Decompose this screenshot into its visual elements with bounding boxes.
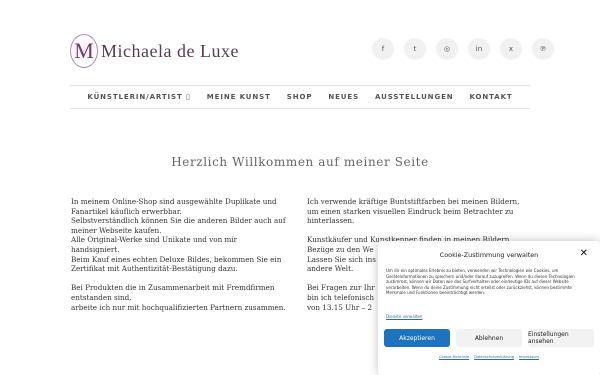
site-logo[interactable]: M Michaela de Luxe (70, 34, 239, 68)
paragraph-welt: andere Welt. (307, 264, 354, 274)
paragraph-buy: Selbstverständlich können Sie die andere… (71, 216, 286, 235)
view-settings-button[interactable]: Einstellungen ansehen (528, 329, 594, 347)
nav-bottom-divider (70, 108, 530, 109)
text-column-left: In meinem Online-Shop sind ausgewählte D… (71, 197, 286, 322)
facebook-icon[interactable]: f (372, 38, 394, 60)
xing-icon[interactable]: x (500, 38, 522, 60)
cookie-buttons: Akzeptieren Ablehnen Einstellungen anseh… (384, 329, 594, 347)
nav-item-kontakt[interactable]: KONTAKT (470, 93, 513, 101)
paragraph-zeiten: von 13.15 Uhr – 2 (307, 302, 373, 312)
cookie-consent-dialog: Cookie-Zustimmung verwalten ✕ Um dir ein… (378, 241, 600, 375)
page-headline: Herzlich Willkommen auf meiner Seite (171, 155, 429, 169)
logo-text: Michaela de Luxe (101, 40, 239, 61)
instagram-icon[interactable]: ◎ (436, 38, 458, 60)
paragraph-fragen: Bei Fragen zur Ihr (307, 283, 375, 293)
close-icon[interactable]: ✕ (580, 248, 588, 259)
nav-item-neues[interactable]: NEUES (328, 93, 359, 101)
social-icons: f t ◎ in x ℗ (372, 38, 554, 60)
nav-item-ausstellungen[interactable]: AUSSTELLUNGEN (375, 93, 454, 101)
logo-monogram: M (70, 34, 98, 68)
paragraph-colors: Ich verwende kräftige Buntstiftfarben be… (307, 197, 520, 226)
accept-button[interactable]: Akzeptieren (384, 329, 450, 347)
cookie-title: Cookie-Zustimmung verwalten (439, 251, 539, 259)
linkedin-icon[interactable]: in (468, 38, 490, 60)
cookie-policy-link[interactable]: Cookie-Richtlinie (439, 355, 469, 359)
manage-services-link[interactable]: Dienste verwalten (386, 314, 422, 319)
pinterest-icon[interactable]: ℗ (532, 38, 554, 60)
paragraph-partners: Bei Produkten die in Zusammenarbeit mit … (71, 283, 275, 302)
privacy-policy-link[interactable]: Datenschutzerklärung (474, 355, 514, 359)
deny-button[interactable]: Ablehnen (456, 329, 522, 347)
paragraph-telefon: bin ich telefonisch (307, 292, 375, 302)
paragraph-certificate: Beim Kauf eines echten Deluxe Bildes, be… (71, 254, 282, 274)
main-nav: KÜNSTLERIN/ARTIST ▯ MEINE KUNST SHOP NEU… (70, 86, 530, 108)
paragraph-originals: Alle Original-Werke sind Unikate und von… (71, 235, 238, 254)
imprint-link[interactable]: Impressum (519, 355, 539, 359)
nav-item-artist[interactable]: KÜNSTLERIN/ARTIST ▯ (87, 93, 190, 101)
paragraph-shop: In meinem Online-Shop sind ausgewählte D… (71, 197, 277, 216)
cookie-description: Um dir ein optimales Erlebnis zu bieten,… (386, 268, 575, 295)
paragraph-lassen: Lassen Sie sich ins (307, 254, 376, 264)
paragraph-qualified: arbeite ich nur mit hochqualifizierten P… (71, 302, 286, 312)
cookie-footer-links: Cookie-Richtlinie Datenschutzerklärung I… (378, 355, 600, 359)
twitter-icon[interactable]: t (404, 38, 426, 60)
nav-item-shop[interactable]: SHOP (287, 93, 313, 101)
nav-item-meine-kunst[interactable]: MEINE KUNST (207, 93, 271, 101)
